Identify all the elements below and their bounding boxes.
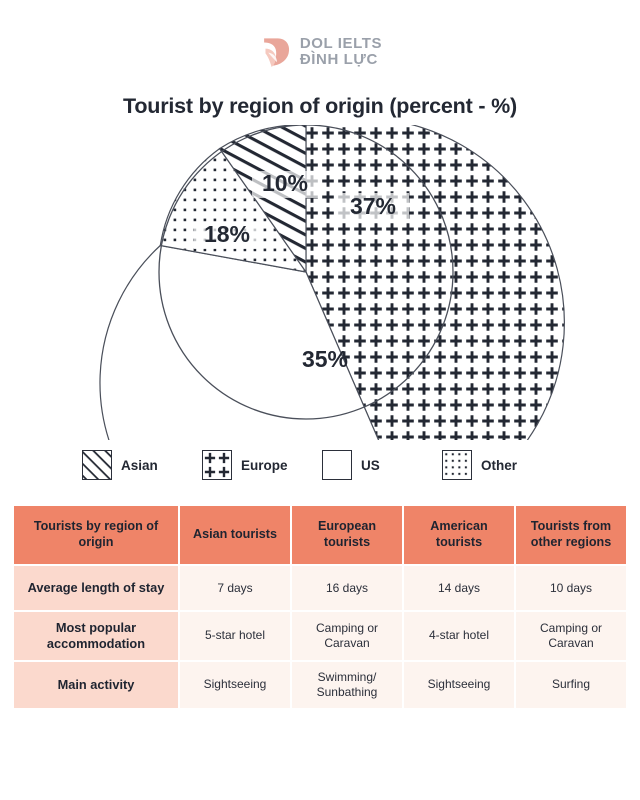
chart-legend: Asian Europe US Other xyxy=(0,442,640,488)
pie-label-us-text: 35% xyxy=(302,346,348,372)
pie-label-other-text: 18% xyxy=(204,221,250,247)
cell-activity-other: Surfing xyxy=(516,661,626,708)
cell-accommodation-european: Camping or Caravan xyxy=(292,612,402,660)
legend-item-europe: Europe xyxy=(202,450,318,480)
pie-chart: 37% 35% 18% 10% xyxy=(0,125,640,440)
table-row: Average length of stay 7 days 16 days 14… xyxy=(14,566,626,610)
table-row: Main activity Sightseeing Swimming/ Sunb… xyxy=(14,661,626,708)
row-label-most-popular-accommodation: Most popular accommodation xyxy=(14,612,178,660)
table-header-region: Tourists by region of origin xyxy=(14,506,178,564)
legend-label-europe: Europe xyxy=(241,457,288,473)
infographic-page: DOL IELTS ĐÌNH LỰC Tourist by region of … xyxy=(0,0,640,800)
legend-swatch-diagonal-stripes-icon xyxy=(82,450,112,480)
pie-label-asian-text: 10% xyxy=(262,170,308,196)
table-header-european: European tourists xyxy=(292,506,402,564)
cell-stay-american: 14 days xyxy=(404,566,514,610)
pie-slice-label-other: 18% xyxy=(194,221,260,249)
cell-accommodation-american: 4-star hotel xyxy=(404,612,514,660)
cell-activity-european: Swimming/ Sunbathing xyxy=(292,661,402,708)
table-header-row: Tourists by region of origin Asian touri… xyxy=(14,506,626,564)
legend-swatch-plus-signs-icon xyxy=(202,450,232,480)
brand-text: DOL IELTS ĐÌNH LỰC xyxy=(299,34,383,68)
legend-item-asian: Asian xyxy=(82,450,198,480)
cell-accommodation-asian: 5-star hotel xyxy=(180,612,290,660)
pie-chart-svg: 37% 35% 18% 10% xyxy=(99,125,565,440)
legend-label-us: US xyxy=(361,457,380,473)
pie-slice-label-us: 35% xyxy=(302,346,348,372)
cell-stay-european: 16 days xyxy=(292,566,402,610)
legend-label-asian: Asian xyxy=(121,457,158,473)
legend-label-other: Other xyxy=(481,457,518,473)
legend-item-us: US xyxy=(322,450,438,480)
table-row: Most popular accommodation 5-star hotel … xyxy=(14,612,626,660)
cell-activity-asian: Sightseeing xyxy=(180,661,290,708)
pie-slice-label-asian: 10% xyxy=(252,170,318,198)
table-header-asian: Asian tourists xyxy=(180,506,290,564)
row-label-average-length-of-stay: Average length of stay xyxy=(14,566,178,610)
table-header-american: American tourists xyxy=(404,506,514,564)
summary-table: Tourists by region of origin Asian touri… xyxy=(12,504,628,710)
summary-table-wrapper: Tourists by region of origin Asian touri… xyxy=(12,504,628,710)
cell-activity-american: Sightseeing xyxy=(404,661,514,708)
legend-swatch-dots-icon xyxy=(442,450,472,480)
legend-swatch-blank-icon xyxy=(322,450,352,480)
cell-stay-asian: 7 days xyxy=(180,566,290,610)
brand-line-1: DOL IELTS xyxy=(299,34,383,52)
table-body: Average length of stay 7 days 16 days 14… xyxy=(14,566,626,708)
table-header-other: Tourists from other regions xyxy=(516,506,626,564)
cell-accommodation-other: Camping or Caravan xyxy=(516,612,626,660)
legend-item-other: Other xyxy=(442,450,558,480)
brand-line-2: ĐÌNH LỰC xyxy=(299,51,378,68)
brand-logo: DOL IELTS ĐÌNH LỰC xyxy=(258,34,382,70)
chart-title: Tourist by region of origin (percent - %… xyxy=(123,94,517,118)
pie-label-europe-text: 37% xyxy=(350,193,396,219)
table-head: Tourists by region of origin Asian touri… xyxy=(14,506,626,564)
cell-stay-other: 10 days xyxy=(516,566,626,610)
row-label-main-activity: Main activity xyxy=(14,661,178,708)
dol-swirl-logo-icon xyxy=(263,38,289,67)
pie-slice-label-europe: 37% xyxy=(337,193,409,221)
